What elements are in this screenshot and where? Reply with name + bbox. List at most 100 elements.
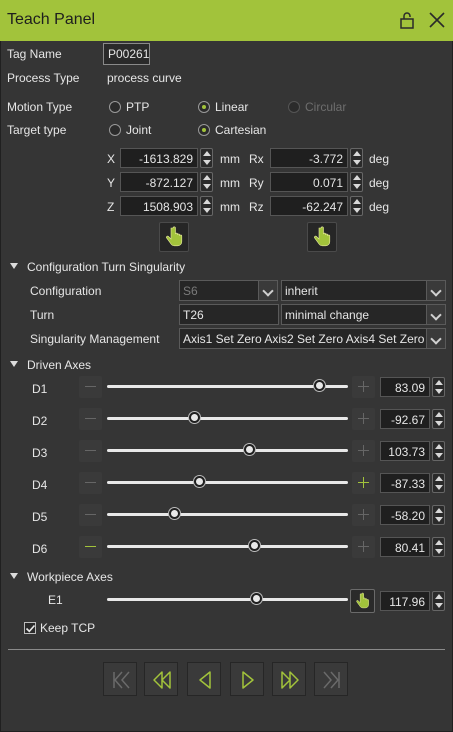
rx-spinner[interactable] (350, 148, 363, 168)
axis-value-field[interactable]: 103.73 (380, 441, 430, 461)
axis-value-spinner[interactable] (432, 505, 445, 525)
axis-value-field[interactable]: 83.09 (380, 377, 430, 397)
step-back-fast-button[interactable] (144, 662, 178, 696)
motion-ptp-radio[interactable] (109, 101, 121, 113)
axis-slider-track[interactable] (107, 513, 348, 516)
process-type-value: process curve (107, 71, 182, 85)
tag-name-field[interactable]: P00261 (103, 43, 150, 65)
step-back-button[interactable] (187, 662, 221, 696)
axis-slider-handle[interactable] (314, 380, 325, 391)
singularity-dropdown[interactable] (426, 328, 446, 349)
go-first-button[interactable] (103, 662, 137, 696)
rz-value-field[interactable]: -62.247 (270, 196, 348, 216)
hand-pointer-icon (356, 592, 369, 609)
collapse-driven-axes-icon[interactable] (10, 361, 18, 367)
rz-spinner[interactable] (350, 196, 363, 216)
step-forward-fast-button[interactable] (272, 662, 306, 696)
singularity-label: Singularity Management (30, 332, 160, 346)
target-cartesian-radio[interactable] (198, 124, 210, 136)
axis-value-spinner[interactable] (432, 473, 445, 493)
hand-pointer-icon (166, 226, 183, 247)
axis-decrement-button[interactable] (79, 472, 102, 494)
workpiece-axes-title: Workpiece Axes (27, 570, 113, 584)
axis-increment-button[interactable] (352, 376, 375, 398)
lock-icon[interactable] (397, 10, 417, 30)
y-spinner[interactable] (200, 172, 213, 192)
axis-value-field[interactable]: 80.41 (380, 537, 430, 557)
teach-orientation-button[interactable] (307, 222, 337, 252)
e1-spinner[interactable] (432, 591, 445, 611)
teach-position-button[interactable] (159, 222, 189, 252)
axis-value-spinner[interactable] (432, 441, 445, 461)
axis-value-field[interactable]: -87.33 (380, 473, 430, 493)
collapse-workpiece-axes-icon[interactable] (10, 573, 18, 579)
config-section-title: Configuration Turn Singularity (27, 260, 186, 274)
e1-teach-button[interactable] (350, 589, 375, 613)
target-joint-radio[interactable] (109, 124, 121, 136)
ry-label: Ry (249, 176, 264, 190)
axis-slider-track[interactable] (107, 545, 348, 548)
configuration-value-field: S6 (179, 280, 259, 301)
axis-slider-handle[interactable] (169, 508, 180, 519)
rx-value-field[interactable]: -3.772 (270, 148, 348, 168)
axis-slider-handle[interactable] (244, 444, 255, 455)
z-value-field[interactable]: 1508.903 (120, 196, 198, 216)
turn-mode-dropdown[interactable] (426, 304, 446, 325)
collapse-config-icon[interactable] (10, 263, 18, 269)
ry-spinner[interactable] (350, 172, 363, 192)
axis-increment-button[interactable] (352, 536, 375, 558)
rz-label: Rz (249, 200, 264, 214)
x-value-field[interactable]: -1613.829 (120, 148, 198, 168)
axis-slider-handle[interactable] (194, 476, 205, 487)
configuration-mode-dropdown[interactable] (426, 280, 446, 301)
axis-decrement-button[interactable] (79, 504, 102, 526)
axis-value-spinner[interactable] (432, 377, 445, 397)
configuration-mode-field[interactable]: inherit (281, 280, 427, 301)
axis-name-label: D4 (32, 478, 48, 492)
e1-slider-track[interactable] (107, 598, 348, 601)
axis-decrement-button[interactable] (79, 440, 102, 462)
y-label: Y (107, 176, 116, 190)
axis-name-label: D2 (32, 414, 48, 428)
axis-increment-button[interactable] (352, 504, 375, 526)
axis-decrement-button[interactable] (79, 408, 102, 430)
axis-slider-track[interactable] (107, 481, 348, 484)
go-last-button[interactable] (314, 662, 348, 696)
configuration-value-dropdown[interactable] (258, 280, 278, 301)
x-spinner[interactable] (200, 148, 213, 168)
motion-circular-label: Circular (305, 100, 347, 114)
singularity-value-field[interactable]: Axis1 Set Zero Axis2 Set Zero Axis4 Set … (179, 328, 427, 349)
axis-value-spinner[interactable] (432, 537, 445, 557)
axis-slider-handle[interactable] (249, 540, 260, 551)
motion-linear-radio[interactable] (198, 101, 210, 113)
axis-increment-button[interactable] (352, 408, 375, 430)
axis-increment-button[interactable] (352, 472, 375, 494)
target-type-label: Target type (7, 123, 67, 137)
turn-value-field[interactable]: T26 (179, 304, 279, 325)
axis-value-spinner[interactable] (432, 409, 445, 429)
axis-increment-button[interactable] (352, 440, 375, 462)
axis-value-field[interactable]: -92.67 (380, 409, 430, 429)
axis-slider-track[interactable] (107, 449, 348, 452)
y-unit: mm (220, 176, 240, 190)
z-spinner[interactable] (200, 196, 213, 216)
close-icon[interactable] (427, 10, 447, 30)
checkmark-icon (25, 624, 36, 633)
step-forward-button[interactable] (230, 662, 264, 696)
target-joint-label: Joint (126, 123, 152, 137)
e1-slider-handle[interactable] (251, 593, 262, 604)
axis-slider-track[interactable] (107, 417, 348, 420)
e1-label: E1 (48, 593, 63, 607)
y-value-field[interactable]: -872.127 (120, 172, 198, 192)
axis-value-field[interactable]: -58.20 (380, 505, 430, 525)
axis-decrement-button[interactable] (79, 376, 102, 398)
axis-slider-track[interactable] (107, 385, 348, 388)
axis-decrement-button[interactable] (79, 536, 102, 558)
axis-slider-handle[interactable] (189, 412, 200, 423)
axis-name-label: D5 (32, 510, 48, 524)
ry-value-field[interactable]: 0.071 (270, 172, 348, 192)
motion-circular-radio (288, 101, 300, 113)
turn-mode-field[interactable]: minimal change (281, 304, 427, 325)
e1-value-field[interactable]: 117.96 (380, 591, 430, 611)
keep-tcp-checkbox[interactable] (24, 622, 36, 634)
